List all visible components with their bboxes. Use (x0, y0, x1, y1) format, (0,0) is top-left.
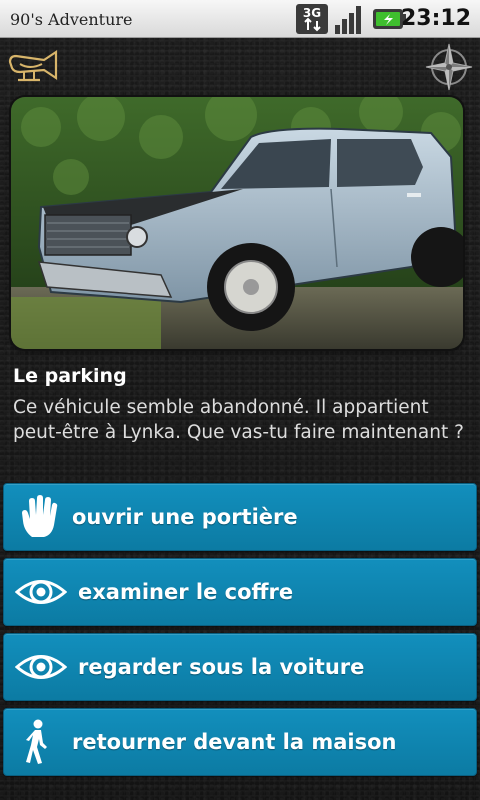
scene-description: Ce véhicule semble abandonné. Il apparti… (13, 397, 464, 443)
clock: 23:12 (400, 6, 471, 31)
walking-person-icon (4, 708, 72, 776)
compass-icon[interactable] (424, 42, 474, 92)
scene-image (11, 97, 463, 349)
hand-icon (4, 483, 72, 551)
signal-icon (335, 6, 361, 34)
svg-text:3G: 3G (303, 6, 321, 20)
action-examine-trunk-button[interactable]: examiner le coffre (3, 558, 477, 626)
action-return-house-button[interactable]: retourner devant la maison (3, 708, 477, 776)
action-look-under-car-button[interactable]: regarder sous la voiture (3, 633, 477, 701)
status-bar: 90's Adventure 3G 23:12 (0, 0, 480, 38)
car-photo (11, 97, 463, 349)
action-label: ouvrir une portière (72, 505, 298, 529)
horn-icon[interactable] (6, 48, 58, 88)
action-open-door-button[interactable]: ouvrir une portière (3, 483, 477, 551)
3g-icon: 3G (296, 4, 328, 34)
action-label: examiner le coffre (78, 580, 294, 604)
action-label: retourner devant la maison (72, 730, 397, 754)
app-title: 90's Adventure (10, 10, 133, 29)
action-label: regarder sous la voiture (78, 655, 365, 679)
action-list: ouvrir une portière examiner le coffre r… (3, 483, 477, 783)
eye-icon (4, 558, 78, 626)
scene-title: Le parking (13, 365, 127, 387)
eye-icon (4, 633, 78, 701)
